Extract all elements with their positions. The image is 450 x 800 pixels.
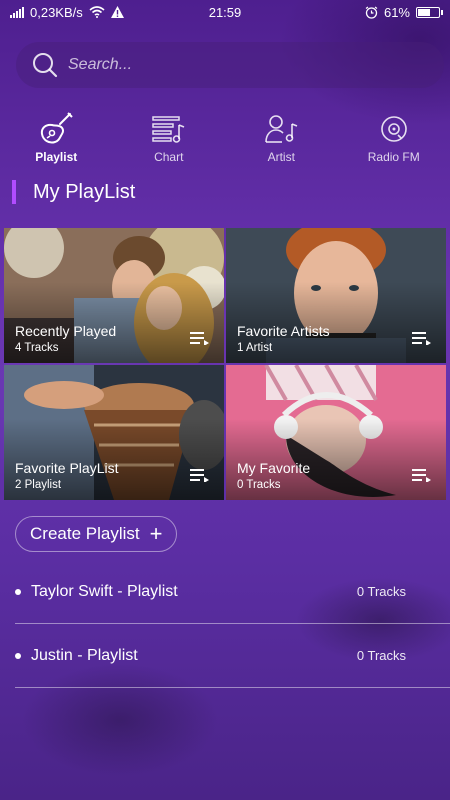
playlist-row[interactable]: Taylor Swift - Playlist 0 Tracks — [15, 560, 450, 624]
tab-bar: Playlist Chart Artist Radio FM — [0, 112, 450, 172]
card-favorite-artists[interactable]: Favorite Artists 1 Artist — [226, 228, 446, 363]
card-subtitle: 4 Tracks — [15, 342, 59, 354]
card-subtitle: 1 Artist — [237, 342, 273, 354]
card-title: Favorite Artists — [237, 323, 330, 339]
tab-playlist[interactable]: Playlist — [0, 112, 113, 172]
create-playlist-label: Create Playlist — [30, 524, 140, 543]
tab-chart[interactable]: Chart — [113, 112, 226, 172]
card-my-favorite[interactable]: My Favorite 0 Tracks — [226, 365, 446, 500]
queue-icon[interactable] — [412, 468, 432, 482]
playlist-track-count: 0 Tracks — [356, 584, 406, 599]
playlist-name: Justin - Playlist — [31, 646, 138, 664]
playlist-track-count: 0 Tracks — [356, 648, 406, 663]
card-title: Recently Played — [15, 323, 117, 339]
tab-artist[interactable]: Artist — [225, 112, 338, 172]
warning-icon — [110, 6, 124, 18]
playlist-grid: Recently Played 4 Tracks Favorite Artist… — [4, 228, 446, 500]
search-icon — [33, 53, 58, 78]
tab-radio-fm[interactable]: Radio FM — [338, 112, 450, 172]
tab-label: Radio FM — [367, 150, 420, 164]
tab-label: Artist — [267, 150, 295, 164]
section-header: My PlayList — [12, 180, 135, 204]
artist-icon — [265, 115, 298, 143]
search-bar[interactable] — [16, 42, 444, 88]
network-speed: 0,23KB/s — [30, 4, 83, 20]
queue-icon[interactable] — [190, 331, 210, 345]
status-bar: 0,23KB/s 21:59 61% — [0, 0, 450, 24]
battery-percent: 61% — [383, 4, 410, 20]
signal-icon — [10, 6, 24, 18]
bullet-icon — [15, 652, 21, 659]
section-accent-bar — [12, 180, 16, 204]
playlist-row[interactable]: Justin - Playlist 0 Tracks — [15, 624, 450, 688]
radio-disc-icon — [380, 116, 407, 142]
card-title: Favorite PlayList — [15, 460, 119, 476]
clock: 21:59 — [208, 4, 242, 20]
chart-list-icon — [152, 116, 185, 143]
card-favorite-playlist[interactable]: Favorite PlayList 2 Playlist — [4, 365, 224, 500]
search-input[interactable] — [68, 56, 408, 74]
plus-icon: + — [149, 521, 163, 546]
card-recently-played[interactable]: Recently Played 4 Tracks — [4, 228, 224, 363]
guitar-icon — [41, 112, 73, 144]
card-subtitle: 0 Tracks — [237, 479, 281, 491]
create-playlist-button[interactable]: Create Playlist + — [15, 516, 178, 552]
card-title: My Favorite — [237, 460, 311, 476]
alarm-icon — [365, 6, 378, 19]
bullet-icon — [15, 588, 21, 595]
battery-icon — [416, 6, 443, 18]
wifi-icon — [89, 6, 105, 18]
tab-label: Chart — [154, 150, 184, 164]
section-title: My PlayList — [33, 180, 136, 203]
playlist-name: Taylor Swift - Playlist — [31, 582, 178, 600]
queue-icon[interactable] — [190, 468, 210, 482]
tab-label: Playlist — [35, 150, 78, 164]
card-subtitle: 2 Playlist — [15, 479, 62, 491]
queue-icon[interactable] — [412, 331, 432, 345]
